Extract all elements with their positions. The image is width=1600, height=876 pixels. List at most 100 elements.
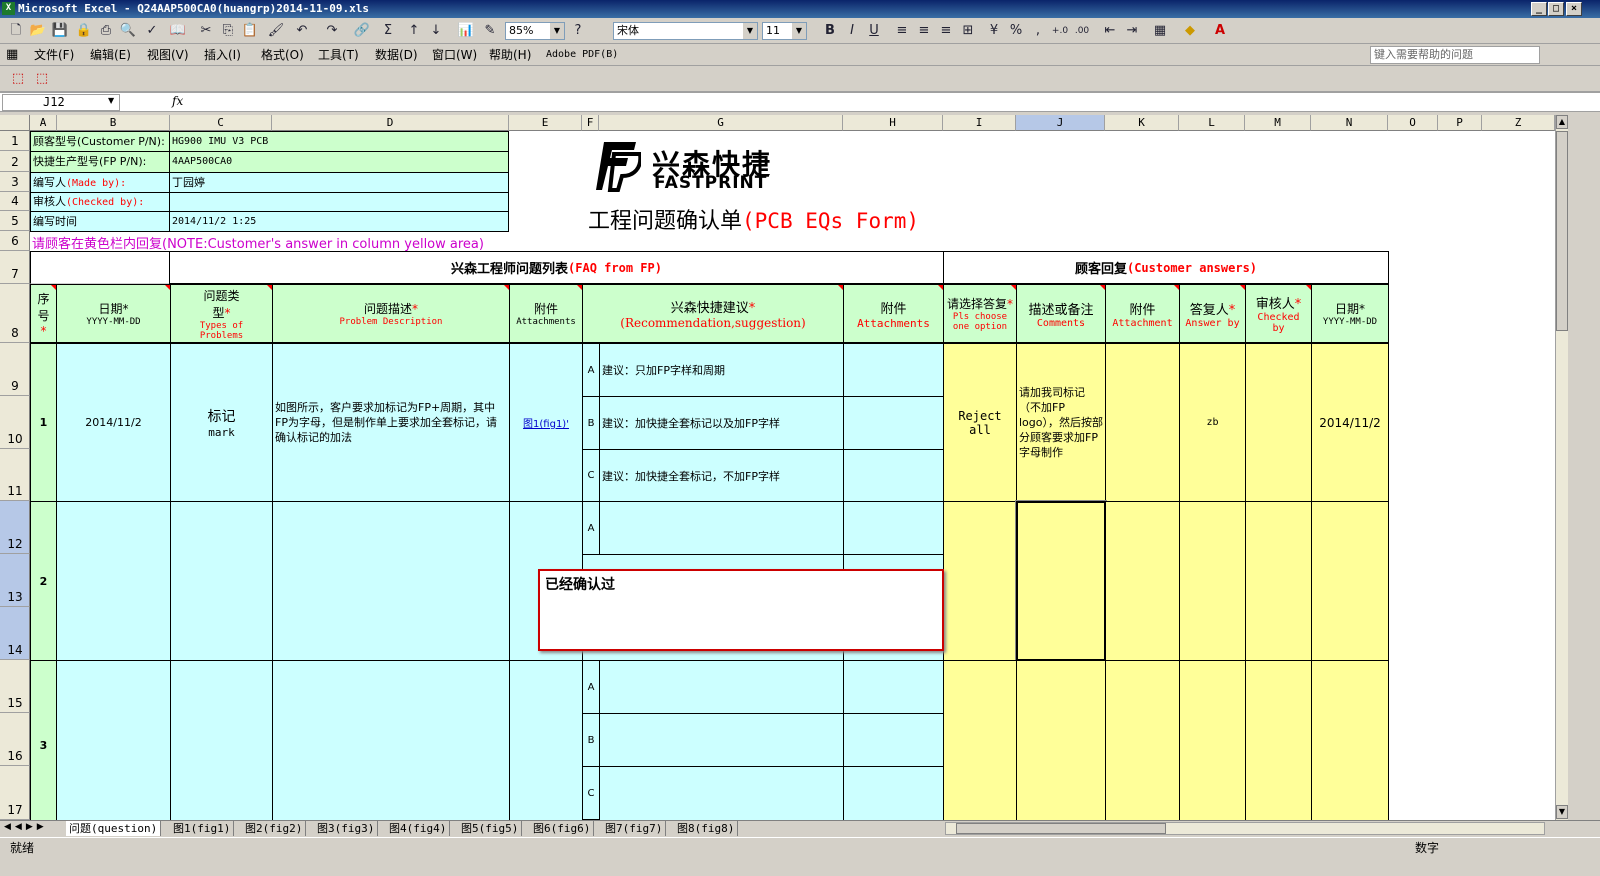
customer-pn-value[interactable]: HG900 IMU V3 PCB [169, 131, 509, 152]
column-header[interactable]: N [1311, 115, 1388, 131]
q2-comments-selected[interactable] [1015, 500, 1107, 662]
vertical-scrollbar[interactable]: ▲ ▼ [1555, 115, 1568, 825]
scroll-down-icon[interactable]: ▼ [1556, 805, 1568, 819]
row-header[interactable]: 17 [0, 766, 30, 820]
permission-icon[interactable]: 🔒 [74, 21, 94, 41]
column-header[interactable]: H [843, 115, 943, 131]
q1-attach3[interactable] [1105, 343, 1180, 502]
q3-comments[interactable] [1016, 660, 1106, 825]
tab-fig7[interactable]: 图7(fig7) [602, 821, 667, 836]
worksheet-grid[interactable]: 顾客型号(Customer P/N): HG900 IMU V3 PCB 快捷生… [30, 131, 1555, 825]
borders-icon[interactable]: ▦ [1150, 21, 1170, 41]
q3-attachment[interactable] [509, 660, 583, 825]
column-header[interactable]: C [170, 115, 272, 131]
column-header[interactable]: B [57, 115, 170, 131]
row-header[interactable]: 11 [0, 449, 30, 501]
menu-format[interactable]: 格式(O) [261, 44, 304, 66]
font-name-select[interactable]: 宋体 ▼ [613, 22, 758, 40]
hyperlink-icon[interactable]: 🔗 [352, 21, 372, 41]
sort-ascending-icon[interactable]: ↑ [404, 21, 424, 41]
q1-comments[interactable]: 请加我司标记（不加FP logo），然后按部分顾客要求加FP字母制作 [1016, 343, 1106, 502]
q1-seq[interactable]: 1 [30, 343, 57, 502]
select-all-corner[interactable] [0, 115, 30, 131]
fp-pn-value[interactable]: 4AAP500CA0 [169, 151, 509, 173]
row-header[interactable]: 14 [0, 607, 30, 660]
redo-icon[interactable]: ↷ [322, 21, 342, 41]
horizontal-scrollbar[interactable] [945, 822, 1545, 835]
q3-seq[interactable]: 3 [30, 660, 57, 825]
q3-description[interactable] [272, 660, 510, 825]
pdf-convert-icon[interactable]: ⬚ [8, 69, 28, 89]
row-header[interactable]: 9 [0, 343, 30, 396]
font-color-icon[interactable]: A [1210, 21, 1230, 41]
align-right-icon[interactable]: ≡ [936, 21, 956, 41]
chevron-down-icon[interactable]: ▼ [108, 96, 114, 105]
help-icon[interactable]: ? [568, 21, 588, 41]
close-button[interactable]: × [1566, 2, 1582, 16]
q1-option-b[interactable]: 建议：加快捷全套标记以及加FP字样 [599, 396, 844, 450]
q2-checked-by[interactable] [1245, 501, 1312, 661]
increase-decimal-icon[interactable]: +.0 [1050, 21, 1070, 41]
q1-date[interactable]: 2014/11/2 [56, 343, 171, 502]
scroll-up-icon[interactable]: ▲ [1556, 115, 1568, 129]
q1-attach-b[interactable] [843, 396, 944, 450]
q3-choose[interactable] [943, 660, 1017, 825]
q3-option-a[interactable] [599, 660, 844, 714]
new-icon[interactable]: 🗋 [6, 21, 26, 41]
q1-option-a[interactable]: 建议：只加FP字样和周期 [599, 343, 844, 397]
print-icon[interactable]: ⎙ [96, 21, 116, 41]
q2-answer-by[interactable] [1179, 501, 1246, 661]
q2-attach-a[interactable] [843, 501, 944, 555]
column-header[interactable]: F [582, 115, 599, 131]
bold-icon[interactable]: B [820, 21, 840, 41]
q3-checked-by[interactable] [1245, 660, 1312, 825]
paste-icon[interactable]: 📋 [240, 21, 260, 41]
q3-date[interactable] [56, 660, 171, 825]
align-left-icon[interactable]: ≡ [892, 21, 912, 41]
q3-answer-by[interactable] [1179, 660, 1246, 825]
q3-date2[interactable] [1311, 660, 1389, 825]
tab-fig4[interactable]: 图4(fig4) [386, 821, 451, 836]
column-header[interactable]: D [272, 115, 509, 131]
pdf-email-icon[interactable]: ⬚ [32, 69, 52, 89]
column-header[interactable]: A [30, 115, 57, 131]
q3-type[interactable] [170, 660, 273, 825]
row-header[interactable]: 10 [0, 396, 30, 449]
q1-answer-by[interactable]: zb [1179, 343, 1246, 502]
align-center-icon[interactable]: ≡ [914, 21, 934, 41]
q1-attach-c[interactable] [843, 449, 944, 502]
hscroll-thumb[interactable] [956, 823, 1166, 834]
zoom-select[interactable]: 85% ▼ [505, 22, 565, 40]
q1-attachment-link[interactable]: 图1(fig1)' [509, 343, 583, 502]
copy-icon[interactable]: ⎘ [218, 21, 238, 41]
menu-tools[interactable]: 工具(T) [318, 44, 359, 66]
row-header[interactable]: 13 [0, 554, 30, 607]
tab-fig6[interactable]: 图6(fig6) [530, 821, 595, 836]
q1-description[interactable]: 如图所示，客户要求加标记为FP+周期，其中FP为字母，但是制作单上要求加全套标记… [272, 343, 510, 502]
minimize-button[interactable]: _ [1531, 2, 1547, 16]
menu-insert[interactable]: 插入(I) [204, 44, 241, 66]
checked-by-value[interactable] [169, 192, 509, 212]
q2-choose[interactable] [943, 501, 1017, 661]
q3-option-c[interactable] [599, 766, 844, 825]
column-header[interactable]: P [1438, 115, 1482, 131]
menu-help[interactable]: 帮助(H) [489, 44, 531, 66]
drawing-icon[interactable]: ✎ [480, 21, 500, 41]
q1-choose[interactable]: Reject all [943, 343, 1017, 502]
column-header[interactable]: G [599, 115, 843, 131]
fx-icon[interactable]: fx [172, 94, 183, 108]
save-icon[interactable]: 💾 [50, 21, 70, 41]
research-icon[interactable]: 📖 [168, 21, 188, 41]
decrease-indent-icon[interactable]: ⇤ [1100, 21, 1120, 41]
q1-option-c[interactable]: 建议：加快捷全套标记，不加FP字样 [599, 449, 844, 502]
column-header[interactable]: O [1388, 115, 1438, 131]
column-header[interactable]: K [1105, 115, 1179, 131]
q1-type[interactable]: 标记 mark [170, 343, 273, 502]
q3-attach-c[interactable] [843, 766, 944, 825]
tab-fig2[interactable]: 图2(fig2) [242, 821, 307, 836]
decrease-decimal-icon[interactable]: .00 [1072, 21, 1092, 41]
merge-center-icon[interactable]: ⊞ [958, 21, 978, 41]
underline-icon[interactable]: U [864, 21, 884, 41]
print-preview-icon[interactable]: 🔍 [118, 21, 138, 41]
open-icon[interactable]: 📂 [28, 21, 48, 41]
